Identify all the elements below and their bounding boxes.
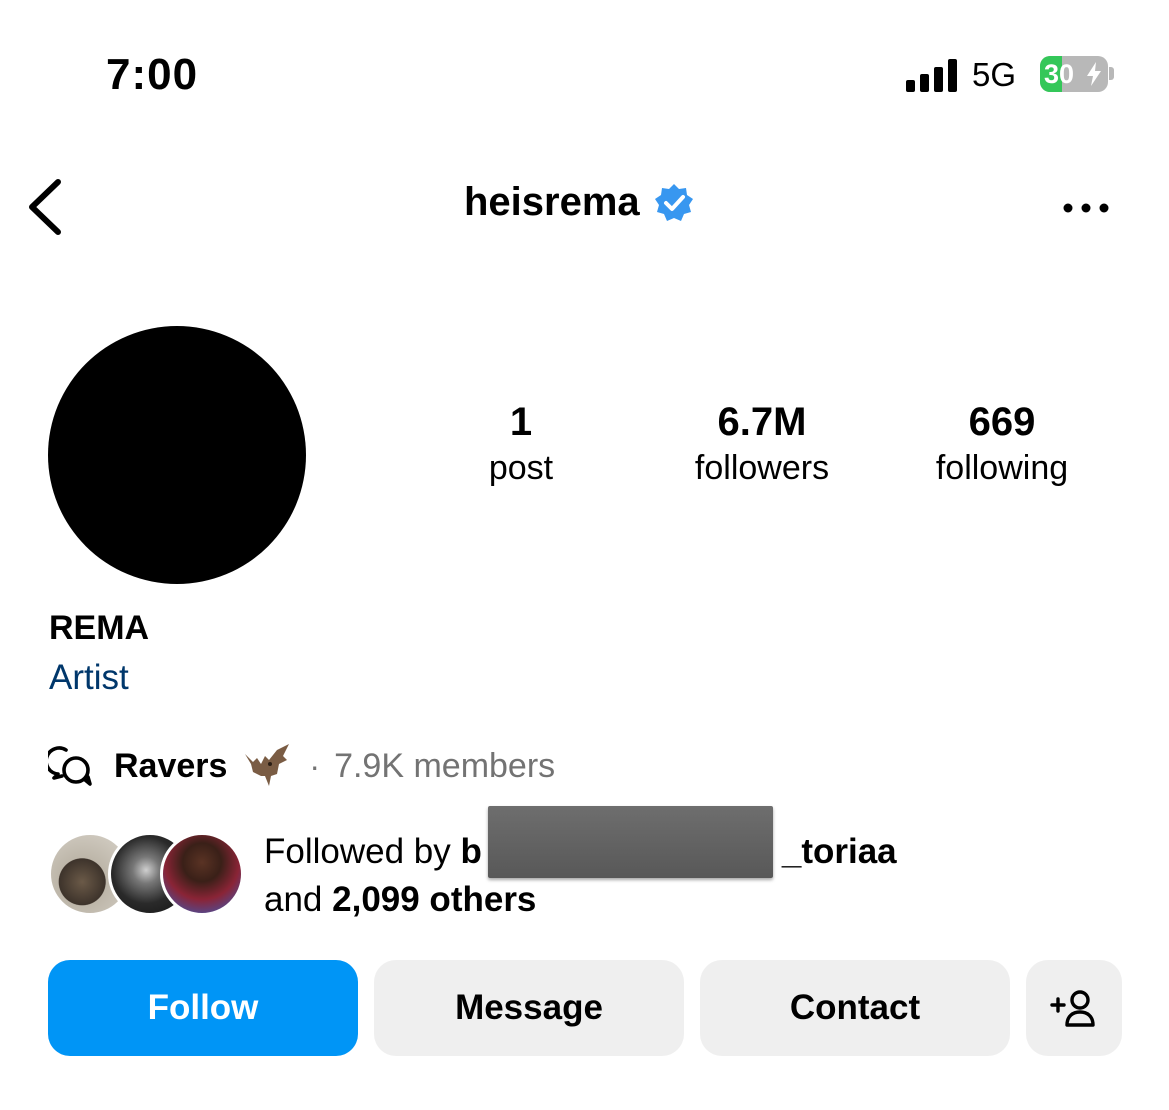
battery-charging-icon: 30 [1040, 56, 1108, 92]
verified-badge-icon [654, 183, 693, 221]
back-button[interactable] [24, 176, 64, 238]
more-options-icon [1063, 203, 1109, 213]
stat-following[interactable]: 669 following [912, 398, 1092, 490]
stat-following-label: following [935, 449, 1069, 487]
display-name: REMA [49, 609, 150, 647]
profile-avatar[interactable] [48, 326, 306, 584]
back-chevron-icon [29, 179, 61, 235]
profile-header-title: heisrema [464, 180, 694, 225]
channel-separator: · [309, 747, 321, 784]
followed-by-user-start: b [460, 832, 482, 871]
signal-icon [906, 58, 958, 92]
stat-followers-label: followers [694, 449, 830, 487]
profile-category[interactable]: Artist [49, 658, 129, 698]
broadcast-channel[interactable]: Ravers · 7.9K members [48, 742, 555, 790]
broadcast-channel-icon [48, 746, 92, 786]
network-label: 5G [972, 56, 1017, 93]
battery-level: 30 [1044, 59, 1075, 89]
redaction-box [488, 806, 773, 878]
stat-posts[interactable]: 1 post [456, 398, 586, 490]
more-options-button[interactable] [1058, 196, 1114, 220]
channel-name: Ravers [114, 746, 228, 785]
bat-emoji [245, 744, 290, 786]
username: heisrema [464, 180, 640, 224]
stat-posts-value: 1 [509, 400, 533, 444]
followed-by-prefix: Followed by [264, 832, 461, 871]
battery-cap [1109, 67, 1114, 80]
suggested-accounts-button[interactable] [1026, 960, 1122, 1056]
mutual-avatar [160, 832, 244, 916]
contact-button[interactable]: Contact [700, 960, 1010, 1056]
channel-members: 7.9K members [334, 746, 556, 785]
stat-posts-label: post [488, 449, 554, 487]
follow-button[interactable]: Follow [48, 960, 358, 1056]
followed-by-others: 2,099 others [332, 880, 537, 919]
followed-by-user-end: _toriaa [781, 832, 897, 871]
message-button[interactable]: Message [374, 960, 684, 1056]
followed-by-and: and [264, 880, 333, 919]
stat-following-value: 669 [968, 400, 1036, 444]
add-person-icon [1050, 990, 1095, 1027]
stat-followers-value: 6.7M [717, 400, 807, 444]
status-time: 7:00 [106, 50, 199, 99]
stat-followers[interactable]: 6.7M followers [672, 398, 852, 490]
